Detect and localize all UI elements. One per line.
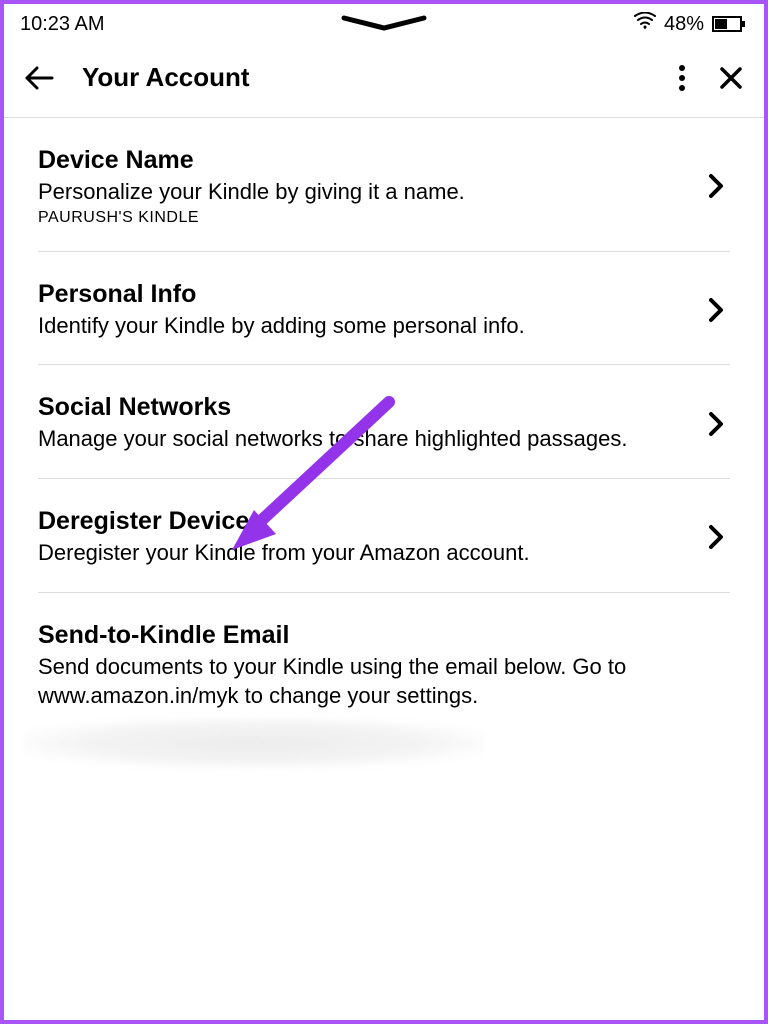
wifi-icon (634, 12, 656, 36)
item-subtext: PAURUSH'S KINDLE (38, 209, 668, 227)
item-title: Personal Info (38, 280, 668, 309)
chevron-right-icon (708, 172, 724, 200)
chevron-right-icon (708, 296, 724, 324)
chevron-right-icon (708, 410, 724, 438)
item-desc: Send documents to your Kindle using the … (38, 652, 690, 711)
item-desc: Personalize your Kindle by giving it a n… (38, 177, 668, 207)
social-networks-item[interactable]: Social Networks Manage your social netwo… (38, 365, 730, 479)
item-title: Deregister Device (38, 507, 668, 536)
pull-handle-icon[interactable] (339, 14, 429, 38)
more-menu-button[interactable] (678, 64, 686, 92)
status-right: 48% (634, 12, 746, 36)
item-title: Device Name (38, 146, 668, 175)
item-desc: Manage your social networks to share hig… (38, 424, 668, 454)
page-header: Your Account (4, 40, 764, 118)
personal-info-item[interactable]: Personal Info Identify your Kindle by ad… (38, 252, 730, 366)
device-name-item[interactable]: Device Name Personalize your Kindle by g… (38, 118, 730, 252)
item-title: Social Networks (38, 393, 668, 422)
deregister-device-item[interactable]: Deregister Device Deregister your Kindle… (38, 479, 730, 593)
back-button[interactable] (24, 65, 54, 91)
chevron-right-icon (708, 523, 724, 551)
status-bar: 10:23 AM 48% (4, 4, 764, 40)
item-title: Send-to-Kindle Email (38, 621, 690, 650)
battery-percent: 48% (664, 13, 704, 36)
battery-icon (712, 15, 746, 33)
send-to-kindle-email-item[interactable]: Send-to-Kindle Email Send documents to y… (38, 593, 730, 735)
item-desc: Identify your Kindle by adding some pers… (38, 311, 668, 341)
item-desc: Deregister your Kindle from your Amazon … (38, 538, 668, 568)
status-time: 10:23 AM (20, 13, 105, 36)
settings-list: Device Name Personalize your Kindle by g… (4, 118, 764, 735)
header-actions (678, 64, 744, 92)
page-title: Your Account (82, 62, 678, 93)
close-button[interactable] (718, 65, 744, 91)
